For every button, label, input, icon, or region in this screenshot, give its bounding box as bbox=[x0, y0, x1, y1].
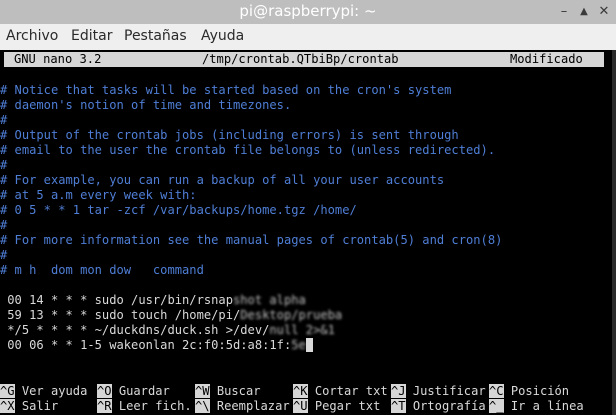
shortcut-reemplazar[interactable]: ^\ Reemplazar bbox=[195, 399, 290, 413]
window-titlebar: pi@raspberrypi: ~ – ▲ ✕ bbox=[0, 0, 616, 24]
file-line: # For more information see the manual pa… bbox=[0, 233, 503, 247]
shortcut-cortar-txt[interactable]: ^K Cortar txt bbox=[293, 384, 388, 398]
file-line: # For example, you can run a backup of a… bbox=[0, 173, 445, 187]
shortcut-key: ^C bbox=[489, 384, 504, 398]
shortcut-key: ^W bbox=[195, 384, 210, 398]
cron-job-line: 00 06 * * 1-5 wakeonlan 2c:f0:5d:a8:1f:5… bbox=[0, 338, 314, 353]
file-line: # bbox=[0, 218, 8, 232]
shortcut-key: ^G bbox=[0, 384, 15, 398]
shortcut-label: Buscar bbox=[216, 384, 261, 398]
shortcut-posicion[interactable]: ^C Posición bbox=[489, 384, 569, 398]
shortcut-ortografia[interactable]: ^T Ortografía bbox=[391, 399, 486, 413]
file-line: # bbox=[0, 248, 8, 262]
redacted-text: null 2>&1 bbox=[269, 323, 335, 337]
window-title: pi@raspberrypi: ~ bbox=[239, 2, 377, 20]
menu-archivo[interactable]: Archivo bbox=[6, 28, 58, 44]
cron-job-text: */5 * * * * ~/duckdns/duck.sh >/dev/ bbox=[0, 323, 270, 337]
shortcut-guardar[interactable]: ^O Guardar bbox=[97, 384, 170, 398]
shortcut-key: ^J bbox=[391, 384, 406, 398]
file-line: # bbox=[0, 158, 8, 172]
file-line: # email to the user the crontab file bel… bbox=[0, 143, 496, 157]
menu-ayuda[interactable]: Ayuda bbox=[201, 28, 244, 44]
nano-filename: /tmp/crontab.QTbiBp/crontab bbox=[202, 52, 399, 66]
shortcut-buscar[interactable]: ^W Buscar bbox=[195, 384, 261, 398]
shortcut-label: Ver ayuda bbox=[21, 384, 88, 398]
cron-job-text: 59 13 * * * sudo touch /home/pi/ bbox=[0, 308, 241, 322]
close-icon[interactable]: ✕ bbox=[596, 4, 612, 20]
text-cursor bbox=[305, 338, 314, 352]
file-line: # 0 5 * * 1 tar -zcf /var/backups/home.t… bbox=[0, 203, 357, 217]
shortcut-label: Posición bbox=[510, 384, 570, 398]
minimize-icon[interactable]: – bbox=[556, 4, 572, 20]
shortcut-label: Guardar bbox=[118, 384, 170, 398]
redacted-text: shot alpha bbox=[233, 293, 306, 307]
file-line: # m h dom mon dow command bbox=[0, 263, 204, 277]
shortcut-leer-fich[interactable]: ^R Leer fich. bbox=[97, 399, 192, 413]
shortcut-justificar[interactable]: ^J Justificar bbox=[391, 384, 486, 398]
nano-header: GNU nano 3.2 /tmp/crontab.QTbiBp/crontab… bbox=[4, 52, 604, 67]
file-line: # Output of the crontab jobs (including … bbox=[0, 128, 459, 142]
shortcut-label: Cortar txt bbox=[314, 384, 388, 398]
file-line: # daemon's notion of time and timezones. bbox=[0, 98, 292, 112]
menubar: Archivo Editar Pestañas Ayuda bbox=[0, 24, 616, 50]
file-line: # at 5 a.m every week with: bbox=[0, 188, 197, 202]
redacted-text: 5e bbox=[291, 338, 306, 352]
nano-status: Modificado bbox=[510, 52, 583, 66]
shortcut-key: ^O bbox=[97, 384, 112, 398]
shortcut-label: Ortografía bbox=[412, 399, 486, 413]
shortcut-key: ^X bbox=[0, 399, 15, 413]
shortcut-key: ^U bbox=[293, 399, 308, 413]
menu-editar[interactable]: Editar bbox=[71, 28, 112, 44]
shortcut-key: ^_ bbox=[489, 399, 504, 413]
cron-job-text: 00 14 * * * sudo /usr/bin/rsnap bbox=[0, 293, 233, 307]
menu-pestanas[interactable]: Pestañas bbox=[124, 28, 187, 44]
terminal-area[interactable]: GNU nano 3.2 /tmp/crontab.QTbiBp/crontab… bbox=[0, 50, 616, 415]
shortcut-label: Leer fich. bbox=[118, 399, 192, 413]
shortcut-key: ^K bbox=[293, 384, 308, 398]
shortcut-key: ^\ bbox=[195, 399, 210, 413]
shortcut-key: ^R bbox=[97, 399, 112, 413]
cron-job-line: 00 14 * * * sudo /usr/bin/rsnapshot alph… bbox=[0, 293, 306, 308]
shortcut-label: Ir a línea bbox=[510, 399, 584, 413]
shortcut-salir[interactable]: ^X Salir bbox=[0, 399, 58, 413]
shortcut-label: Salir bbox=[21, 399, 59, 413]
redacted-text: Desktop/prueba bbox=[240, 308, 343, 322]
shortcut-label: Reemplazar bbox=[216, 399, 290, 413]
shortcut-ver-ayuda[interactable]: ^G Ver ayuda bbox=[0, 384, 87, 398]
cron-job-line: */5 * * * * ~/duckdns/duck.sh >/dev/null… bbox=[0, 323, 335, 338]
cron-job-line: 59 13 * * * sudo touch /home/pi/Desktop/… bbox=[0, 308, 342, 323]
shortcut-ir-a-linea[interactable]: ^_ Ir a línea bbox=[489, 399, 584, 413]
nano-version: GNU nano 3.2 bbox=[14, 52, 102, 66]
shortcut-key: ^T bbox=[391, 399, 406, 413]
file-line: # Notice that tasks will be started base… bbox=[0, 83, 452, 97]
shortcut-label: Justificar bbox=[412, 384, 486, 398]
cron-job-text: 00 06 * * 1-5 wakeonlan 2c:f0:5d:a8:1f: bbox=[0, 338, 292, 352]
maximize-icon[interactable]: ▲ bbox=[576, 4, 592, 20]
file-line: # bbox=[0, 113, 8, 127]
terminal-scrollbar[interactable] bbox=[612, 50, 616, 415]
shortcut-pegar-txt[interactable]: ^U Pegar txt bbox=[293, 399, 380, 413]
shortcut-label: Pegar txt bbox=[314, 399, 381, 413]
